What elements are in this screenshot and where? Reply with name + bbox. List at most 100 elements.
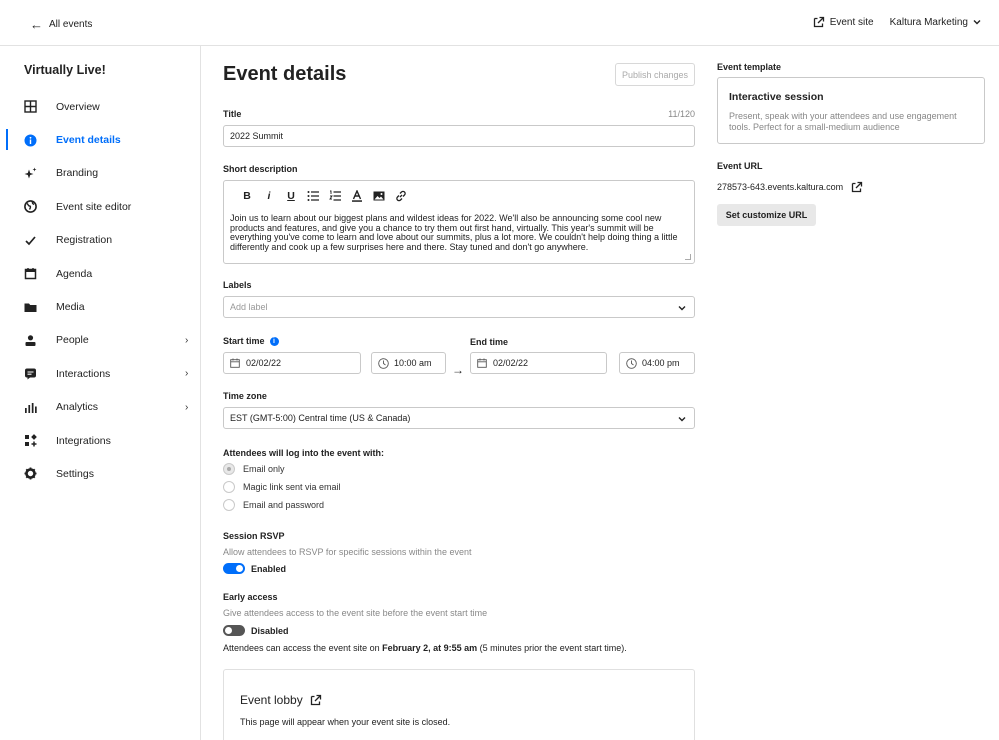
- sidebar-item-agenda[interactable]: Agenda: [0, 257, 200, 290]
- event-template-card[interactable]: Interactive session Present, speak with …: [717, 77, 985, 144]
- event-lobby-title[interactable]: Event lobby: [240, 693, 322, 707]
- calendar-icon: [23, 267, 37, 281]
- top-bar: ← All events Event site Kaltura Marketin…: [0, 0, 999, 46]
- sidebar-item-analytics[interactable]: Analytics ›: [0, 391, 200, 424]
- login-option-label: Magic link sent via email: [243, 482, 341, 492]
- bold-button[interactable]: B: [236, 188, 258, 204]
- sidebar-item-registration[interactable]: Registration: [0, 224, 200, 257]
- template-title: Interactive session: [729, 91, 824, 103]
- sidebar-nav: Overview Event details Branding Event si…: [0, 90, 200, 491]
- labels-placeholder: Add label: [230, 302, 268, 312]
- end-time-value: 04:00 pm: [642, 358, 680, 368]
- session-rsvp-label: Session RSVP: [223, 531, 285, 541]
- early-access-label: Early access: [223, 592, 278, 602]
- chat-icon: [23, 367, 37, 381]
- back-to-all-events-link[interactable]: ← All events: [30, 16, 93, 32]
- session-rsvp-toggle-row: Enabled: [223, 563, 286, 574]
- start-date-input[interactable]: 02/02/22: [223, 352, 361, 374]
- radio-button[interactable]: [223, 481, 235, 493]
- external-link-icon[interactable]: [851, 181, 863, 193]
- sidebar-item-label: Branding: [56, 167, 99, 180]
- login-option-email-only[interactable]: Email only: [223, 463, 285, 475]
- chevron-right-icon: ›: [185, 401, 189, 413]
- sparkle-icon: [23, 166, 37, 180]
- info-icon[interactable]: i: [269, 337, 279, 347]
- check-icon: [23, 233, 37, 247]
- login-option-label: Email and password: [243, 500, 325, 510]
- sidebar-item-label: Overview: [56, 100, 100, 113]
- early-access-toggle[interactable]: [223, 625, 245, 636]
- arrow-left-icon: ←: [30, 16, 43, 32]
- globe-icon: [23, 200, 37, 214]
- chevron-down-icon: [678, 306, 686, 311]
- early-access-note: Attendees can access the event site on F…: [223, 643, 627, 653]
- grid-icon: [23, 100, 37, 114]
- clock-icon: [626, 357, 637, 369]
- publish-changes-button[interactable]: Publish changes: [615, 63, 695, 86]
- sidebar-item-overview[interactable]: Overview: [0, 90, 200, 123]
- event-site-label: Event site: [829, 16, 874, 28]
- gear-icon: [23, 467, 37, 481]
- sidebar-item-media[interactable]: Media: [0, 290, 200, 323]
- start-time-label-text: Start time: [223, 336, 265, 346]
- end-time-input[interactable]: 04:00 pm: [619, 352, 695, 374]
- time-zone-label: Time zone: [223, 391, 267, 401]
- session-rsvp-toggle[interactable]: [223, 563, 245, 574]
- login-option-magic-link[interactable]: Magic link sent via email: [223, 481, 341, 493]
- start-time-input[interactable]: 10:00 am: [371, 352, 446, 374]
- login-option-email-password[interactable]: Email and password: [223, 499, 324, 511]
- insert-image-button[interactable]: [368, 188, 390, 204]
- bulleted-list-button[interactable]: [302, 188, 324, 204]
- sidebar-item-label: Agenda: [56, 267, 93, 280]
- early-access-date: February 2, at 9:55 am: [382, 643, 478, 653]
- time-zone-select[interactable]: EST (GMT-5:00) Central time (US & Canada…: [223, 407, 695, 429]
- external-link-icon[interactable]: [310, 694, 322, 706]
- resize-handle-icon[interactable]: [685, 254, 691, 260]
- insert-link-button[interactable]: [390, 188, 412, 204]
- clock-icon: [378, 357, 389, 369]
- back-label: All events: [49, 19, 93, 30]
- underline-button[interactable]: U: [280, 188, 302, 204]
- early-access-note-prefix: Attendees can access the event site on: [223, 643, 383, 653]
- page-title: Event details: [223, 63, 347, 85]
- set-customize-url-button[interactable]: Set customize URL: [717, 204, 816, 226]
- account-menu[interactable]: Kaltura Marketing: [890, 17, 981, 28]
- labels-label: Labels: [223, 280, 252, 290]
- title-label: Title: [223, 109, 242, 119]
- folder-icon: [23, 300, 37, 314]
- title-input[interactable]: 2022 Summit: [223, 125, 695, 147]
- time-zone-value: EST (GMT-5:00) Central time (US & Canada…: [230, 413, 411, 423]
- end-date-input[interactable]: 02/02/22: [470, 352, 607, 374]
- sidebar-item-people[interactable]: People ›: [0, 324, 200, 357]
- sidebar-item-label: People: [56, 334, 89, 347]
- labels-select[interactable]: Add label: [223, 296, 695, 318]
- text-color-icon: [352, 190, 362, 202]
- italic-button[interactable]: i: [258, 188, 280, 204]
- sidebar-item-settings[interactable]: Settings: [0, 457, 200, 490]
- numbered-list-button[interactable]: [324, 188, 346, 204]
- radio-button[interactable]: [223, 499, 235, 511]
- sidebar: Virtually Live! Overview Event details B…: [0, 46, 201, 740]
- event-site-link[interactable]: Event site: [813, 16, 874, 28]
- image-icon: [373, 191, 385, 201]
- short-description-text: Join us to learn about our biggest plans…: [230, 213, 678, 252]
- arrow-right-icon: →: [452, 363, 464, 377]
- editor-toolbar: B i U: [236, 188, 412, 204]
- top-right-actions: Event site Kaltura Marketing: [813, 16, 981, 28]
- short-description-editor[interactable]: B i U Join us to learn about our biggest…: [223, 180, 695, 264]
- sidebar-item-branding[interactable]: Branding: [0, 157, 200, 190]
- event-url-value: 278573-643.events.kaltura.com: [717, 182, 844, 192]
- early-access-state: Disabled: [251, 625, 289, 636]
- radio-button[interactable]: [223, 463, 235, 475]
- early-access-hint: Give attendees access to the event site …: [223, 608, 488, 618]
- sidebar-item-event-site-editor[interactable]: Event site editor: [0, 190, 200, 223]
- sidebar-item-label: Analytics: [56, 401, 99, 414]
- template-description: Present, speak with your attendees and u…: [729, 111, 957, 132]
- text-color-button[interactable]: [346, 188, 368, 204]
- sidebar-item-integrations[interactable]: Integrations: [0, 424, 200, 457]
- sidebar-item-interactions[interactable]: Interactions ›: [0, 357, 200, 390]
- event-lobby-description: This page will appear when your event si…: [240, 717, 451, 727]
- sidebar-item-label: Event details: [56, 134, 121, 147]
- sidebar-item-event-details[interactable]: Event details: [0, 123, 200, 156]
- event-url-row: 278573-643.events.kaltura.com: [717, 181, 863, 193]
